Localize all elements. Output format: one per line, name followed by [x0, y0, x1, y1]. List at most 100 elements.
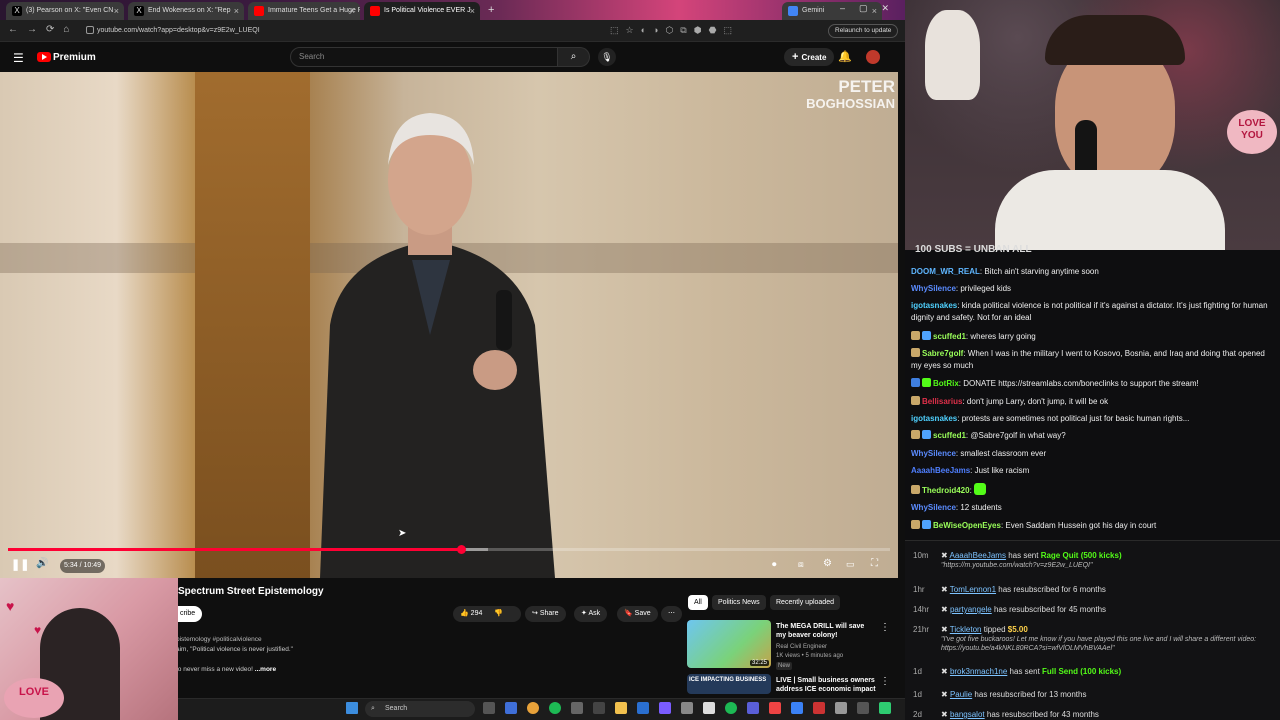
taskbar-app-icon[interactable]	[549, 702, 561, 714]
recommendation-title[interactable]: LIVE | Small business owners address ICE…	[776, 676, 876, 694]
spotify-icon[interactable]	[725, 702, 737, 714]
chat-username[interactable]: AaaahBeeJams	[911, 466, 970, 475]
new-tab-button[interactable]: +	[488, 4, 494, 16]
close-icon[interactable]: ×	[114, 2, 119, 20]
volume-icon[interactable]: 🔊	[36, 558, 48, 569]
recommendation-thumbnail[interactable]: 32:25	[687, 620, 771, 668]
file-explorer-icon[interactable]	[615, 702, 627, 714]
close-icon[interactable]: ×	[470, 2, 475, 20]
site-info-icon[interactable]	[86, 26, 94, 34]
more-actions-icon[interactable]: ⋯	[661, 606, 682, 622]
menu-icon[interactable]: ☰	[13, 51, 24, 65]
chat-text: When I was in the military I went to Kos…	[911, 349, 1265, 370]
pause-icon[interactable]: ❚❚	[11, 558, 29, 571]
chat-username[interactable]: igotasnakes	[911, 301, 957, 310]
chip-all[interactable]: All	[688, 595, 708, 610]
taskbar-app-icon[interactable]	[571, 702, 583, 714]
search-input[interactable]: Search	[290, 47, 558, 67]
windows-start-icon[interactable]	[346, 702, 358, 714]
duration-badge: 32:25	[749, 660, 769, 666]
event-username[interactable]: Paulie	[950, 690, 972, 699]
chat-username[interactable]: WhySilence	[911, 449, 956, 458]
chat-username[interactable]: WhySilence	[911, 503, 956, 512]
taskbar-app-icon[interactable]	[879, 702, 891, 714]
event-username[interactable]: partyangele	[950, 605, 992, 614]
chat-username[interactable]: Bellisarius	[922, 397, 962, 406]
subtitles-icon[interactable]: ⧈	[798, 559, 804, 570]
taskbar-app-icon[interactable]	[835, 702, 847, 714]
share-button[interactable]: ↪ Share	[525, 606, 566, 622]
chip-politics-news[interactable]: Politics News	[712, 595, 766, 610]
chat-username[interactable]: igotasnakes	[911, 414, 957, 423]
taskbar-app-icon[interactable]	[747, 702, 759, 714]
relaunch-button[interactable]: Relaunch to update	[828, 24, 899, 38]
chat-message: igotasnakes: protests are sometimes not …	[911, 414, 1190, 423]
youtube-premium-label[interactable]: Premium	[53, 52, 96, 63]
chat-username[interactable]: DOOM_WR_REAL	[911, 267, 980, 276]
event-username[interactable]: AaaahBeeJams	[949, 551, 1005, 560]
microphone-icon[interactable]: 🎙	[598, 48, 616, 66]
browser-tab[interactable]: Immature Teens Get a Huge Re ×	[248, 2, 360, 20]
taskbar-app-icon[interactable]	[593, 702, 605, 714]
chrome-icon[interactable]	[527, 702, 539, 714]
chat-username[interactable]: BeWiseOpenEyes	[933, 521, 1001, 530]
youtube-logo-icon[interactable]	[37, 52, 51, 62]
chat-username[interactable]: Sabre7golf	[922, 349, 963, 358]
chat-username[interactable]: WhySilence	[911, 284, 956, 293]
chat-text: wheres larry going	[970, 332, 1036, 341]
chat-text: don't jump Larry, don't jump, it will be…	[966, 397, 1109, 406]
autoplay-toggle-icon[interactable]: ⏺	[772, 559, 777, 570]
chat-message: Sabre7golf: When I was in the military I…	[911, 348, 1265, 370]
more-vert-icon[interactable]: ⋮	[880, 622, 890, 633]
close-icon[interactable]: ×	[350, 2, 355, 20]
chat-badge-icon	[922, 331, 931, 340]
task-view-icon[interactable]	[483, 702, 495, 714]
taskbar-app-icon[interactable]	[505, 702, 517, 714]
more-vert-icon[interactable]: ⋮	[880, 676, 890, 687]
dislike-icon[interactable]: 👎	[494, 610, 503, 617]
video-description[interactable]: pistemology #politicalviolence aim, "Pol…	[176, 635, 676, 681]
event-username[interactable]: bangsalot	[950, 710, 985, 719]
discord-icon[interactable]	[659, 702, 671, 714]
miniplayer-icon[interactable]: ▭	[846, 559, 855, 570]
recommendation-title[interactable]: The MEGA DRILL will save my beaver colon…	[776, 622, 876, 640]
taskbar-app-icon[interactable]	[637, 702, 649, 714]
url-field[interactable]: youtube.com/watch?app=desktop&v=z9E2w_LU…	[97, 24, 617, 38]
avatar[interactable]	[866, 50, 880, 64]
chat-message: scuffed1: @Sabre7golf in what way?	[911, 430, 1271, 442]
browser-tab[interactable]: X (3) Pearson on X: "Even CN ×	[6, 2, 124, 20]
chip-recently-uploaded[interactable]: Recently uploaded	[770, 595, 840, 610]
search-icon[interactable]: ⌕	[558, 47, 590, 67]
event-username[interactable]: Tickleton	[950, 625, 982, 634]
chat-username[interactable]: scuffed1	[933, 431, 966, 440]
taskbar-app-icon[interactable]	[769, 702, 781, 714]
chat-username[interactable]: scuffed1	[933, 332, 966, 341]
chat-message: WhySilence: 12 students	[911, 503, 1002, 512]
save-button[interactable]: 🔖 Save	[617, 606, 658, 622]
description-more-link[interactable]: ...more	[255, 666, 276, 673]
recommendation-thumbnail[interactable]: ICE IMPACTING BUSINESS	[687, 674, 771, 694]
taskbar-app-icon[interactable]	[681, 702, 693, 714]
nav-buttons[interactable]: ←→⟳⌂	[8, 24, 78, 35]
settings-gear-icon[interactable]: ⚙	[823, 558, 832, 569]
taskbar-app-icon[interactable]	[703, 702, 715, 714]
ask-button[interactable]: ✦ Ask	[574, 606, 608, 622]
taskbar-app-icon[interactable]	[813, 702, 825, 714]
taskbar-app-icon[interactable]	[791, 702, 803, 714]
close-icon[interactable]: ×	[234, 2, 239, 20]
chat-username[interactable]: Thedroid420	[922, 486, 970, 495]
taskbar-app-icon[interactable]	[857, 702, 869, 714]
notifications-icon[interactable]: 🔔	[838, 50, 852, 63]
like-dislike-group[interactable]: 👍 294 👎	[453, 606, 521, 622]
event-username[interactable]: brok3nmach1ne	[950, 667, 1007, 676]
fullscreen-icon[interactable]: ⛶	[871, 558, 878, 569]
chat-username[interactable]: BotRix	[933, 379, 959, 388]
browser-tab[interactable]: Is Political Violence EVER J ×	[364, 2, 480, 20]
create-button[interactable]: + Create	[784, 48, 835, 66]
browser-tab[interactable]: X End Wokeness on X: "Rep ×	[128, 2, 244, 20]
extension-icons[interactable]: ⬚☆◐◑⬡⧉⬢⬣⬚	[610, 25, 739, 36]
taskbar-search[interactable]: ⌕ Search	[365, 701, 475, 717]
event-username[interactable]: TomLennon1	[950, 585, 996, 594]
like-icon[interactable]: 👍	[460, 610, 471, 617]
window-controls[interactable]: –▢✕	[840, 3, 903, 14]
